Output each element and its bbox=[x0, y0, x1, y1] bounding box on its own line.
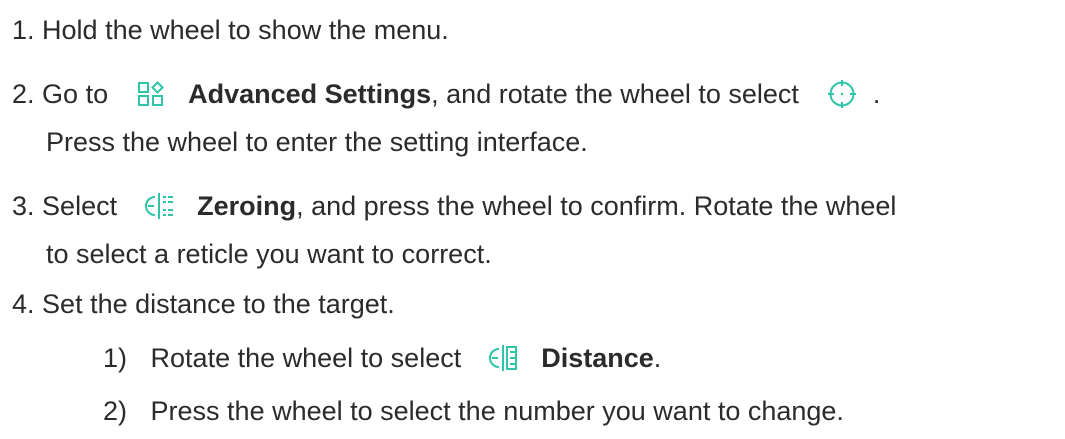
substep-number: 2) bbox=[103, 396, 128, 426]
step-number: 1. bbox=[12, 15, 35, 45]
step-text-line2: Press the wheel to enter the setting int… bbox=[46, 127, 588, 157]
substep-text-pre: Rotate the wheel to select bbox=[150, 343, 462, 373]
step-text-pre: Go to bbox=[42, 79, 109, 109]
step-text-pre: Select bbox=[42, 191, 118, 221]
step-3: 3. Select Zeroing, and press the wheel t… bbox=[12, 188, 896, 224]
substep-1: 1) Rotate the wheel to select Distance. bbox=[103, 340, 661, 376]
step-2: 2. Go to Advanced Settings, and rotate t… bbox=[12, 76, 880, 112]
distance-icon bbox=[489, 343, 519, 373]
step-1: 1. Hold the wheel to show the menu. bbox=[12, 12, 449, 48]
step-text-line2: to select a reticle you want to correct. bbox=[46, 239, 492, 269]
step-text: Hold the wheel to show the menu. bbox=[42, 15, 449, 45]
substep-text-end: . bbox=[653, 343, 662, 373]
substep-2: 2) Press the wheel to select the number … bbox=[103, 393, 844, 429]
advanced-settings-icon bbox=[136, 79, 166, 109]
step-number: 3. bbox=[12, 191, 35, 221]
step-text-end: . bbox=[872, 79, 881, 109]
zeroing-label: Zeroing bbox=[197, 191, 297, 221]
step-text: Set the distance to the target. bbox=[42, 289, 395, 319]
substep-text: Press the wheel to select the number you… bbox=[150, 396, 844, 426]
zeroing-icon bbox=[145, 191, 175, 221]
step-text-post: , and press the wheel to confirm. Rotate… bbox=[296, 191, 897, 221]
step-text-post: , and rotate the wheel to select bbox=[431, 79, 799, 109]
step-2-continued: Press the wheel to enter the setting int… bbox=[46, 124, 588, 160]
step-number: 2. bbox=[12, 79, 35, 109]
step-3-continued: to select a reticle you want to correct. bbox=[46, 236, 492, 272]
advanced-settings-label: Advanced Settings bbox=[188, 79, 432, 109]
distance-label: Distance bbox=[541, 343, 654, 373]
substep-number: 1) bbox=[103, 343, 128, 373]
step-number: 4. bbox=[12, 289, 35, 319]
crosshair-icon bbox=[827, 79, 857, 109]
step-4: 4. Set the distance to the target. bbox=[12, 286, 395, 322]
